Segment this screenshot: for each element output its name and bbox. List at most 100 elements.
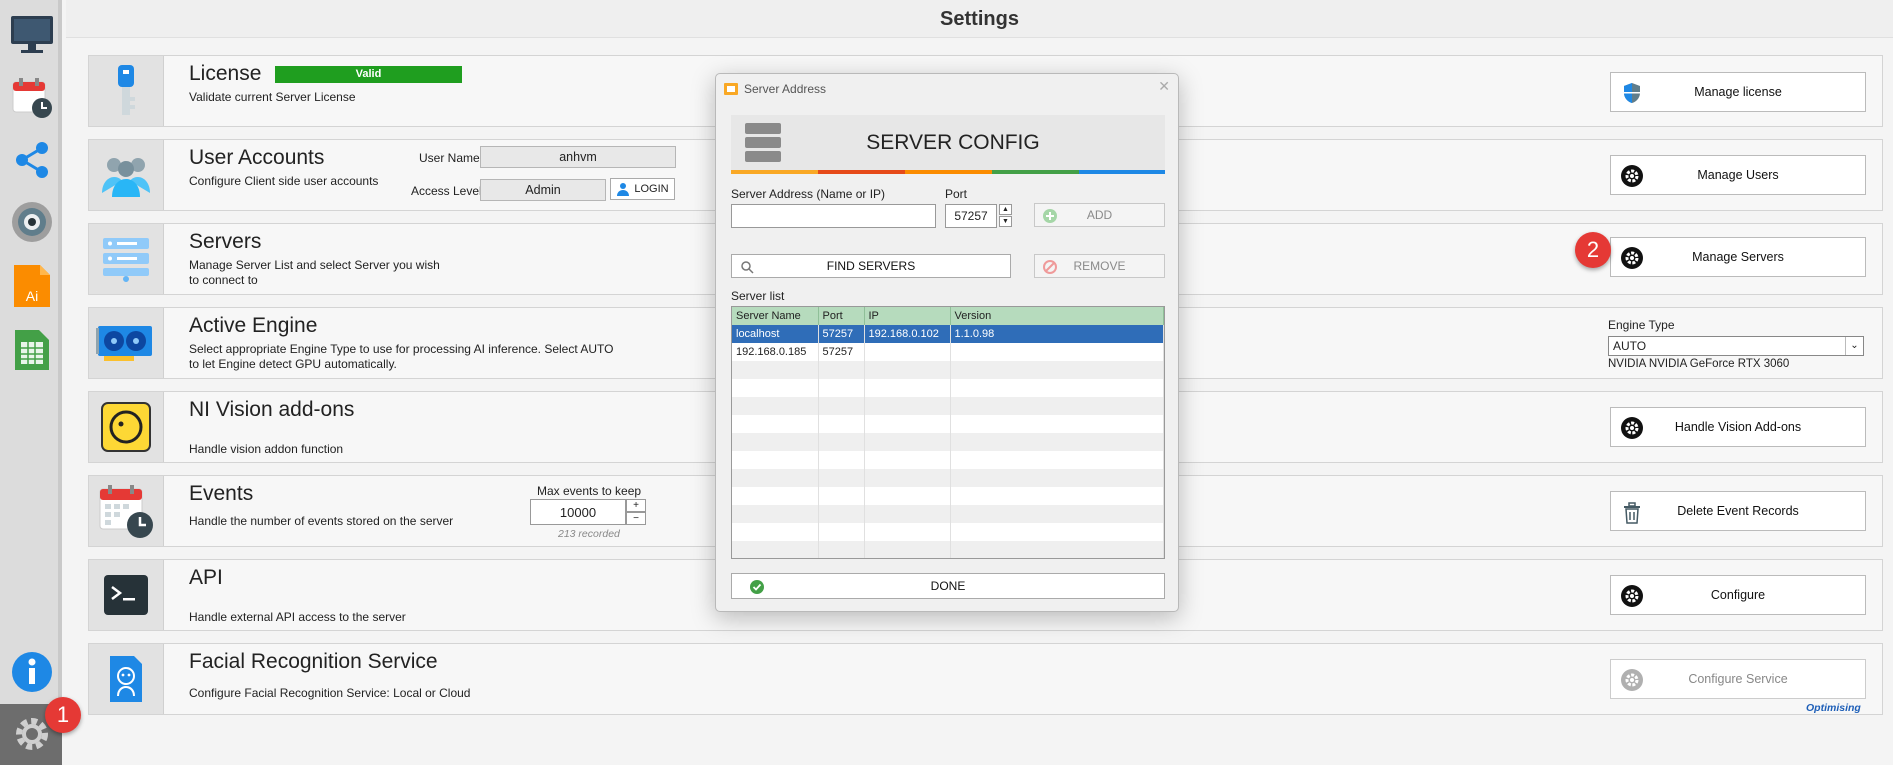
engine-type-select[interactable]: AUTO ⌄	[1608, 336, 1864, 356]
calendar-clock-icon[interactable]	[8, 74, 56, 122]
port-decrement[interactable]: ▼	[999, 216, 1012, 227]
search-icon	[741, 261, 754, 274]
api-desc: Handle external API access to the server	[189, 610, 406, 624]
manage-users-label: Manage Users	[1697, 168, 1779, 182]
vision-title: NI Vision add-ons	[189, 398, 355, 421]
column-port[interactable]: Port	[818, 307, 865, 325]
manage-license-label: Manage license	[1694, 85, 1782, 99]
table-row	[732, 523, 1164, 541]
dialog-titlebar: Server Address	[724, 80, 826, 98]
table-row	[732, 451, 1164, 469]
api-title: API	[189, 566, 223, 589]
port-input[interactable]: 57257	[945, 204, 997, 228]
handle-vision-addons-button[interactable]: Handle Vision Add-ons	[1610, 407, 1866, 447]
manage-servers-button[interactable]: Manage Servers	[1610, 237, 1866, 277]
username-label: User Name	[419, 151, 480, 165]
ip-cell	[864, 343, 951, 361]
spreadsheet-icon[interactable]	[8, 326, 56, 374]
engine-type-label: Engine Type	[1608, 318, 1675, 332]
shield-icon	[1624, 83, 1640, 103]
license-status-badge: Valid	[275, 66, 462, 83]
configure-service-label: Configure Service	[1688, 672, 1788, 686]
license-title: License	[189, 62, 262, 85]
app-icon	[724, 83, 738, 95]
gear-icon	[1621, 247, 1643, 269]
banner-stripe	[905, 170, 992, 174]
max-events-label: Max events to keep	[537, 484, 642, 498]
banner-stripe	[818, 170, 905, 174]
column-ip[interactable]: IP	[864, 307, 951, 325]
banner-stripe	[731, 170, 818, 174]
configure-service-button[interactable]: Configure Service	[1610, 659, 1866, 699]
share-icon[interactable]	[8, 136, 56, 184]
ip-cell: 192.168.0.102	[864, 325, 951, 343]
max-events-increment[interactable]: +	[626, 499, 646, 512]
banner-stripe	[992, 170, 1079, 174]
port-cell: 57257	[818, 325, 865, 343]
username-field[interactable]: anhvm	[480, 146, 676, 168]
trash-icon	[1624, 502, 1640, 524]
table-row	[732, 433, 1164, 451]
page-title: Settings	[66, 0, 1893, 38]
gpu-icon	[89, 308, 164, 378]
manage-license-button[interactable]: Manage license	[1610, 72, 1866, 112]
version-cell	[950, 343, 1164, 361]
access-level-label: Access Level	[411, 184, 482, 198]
users-icon	[89, 140, 164, 210]
done-label: DONE	[930, 579, 966, 593]
banner-stripe	[1079, 170, 1165, 174]
add-icon	[1043, 209, 1057, 223]
check-icon	[750, 580, 764, 594]
facial-title: Facial Recognition Service	[189, 650, 438, 673]
callout-1: 1	[45, 697, 81, 733]
table-row	[732, 541, 1164, 558]
find-servers-button[interactable]: FIND SERVERS	[731, 254, 1011, 278]
max-events-input[interactable]: 10000	[530, 499, 626, 525]
column-version[interactable]: Version	[950, 307, 1164, 325]
table-row[interactable]: localhost 57257 192.168.0.102 1.1.0.98	[732, 325, 1164, 343]
calendar-clock-icon	[89, 476, 164, 546]
servers-desc: Manage Server List and select Server you…	[189, 258, 440, 288]
info-icon[interactable]	[8, 648, 56, 696]
vision-desc: Handle vision addon function	[189, 442, 344, 456]
server-name-cell: localhost	[732, 325, 819, 343]
manage-users-button[interactable]: Manage Users	[1610, 155, 1866, 195]
user-icon	[617, 183, 630, 196]
dialog-title: Server Address	[744, 82, 827, 96]
engine-type-value: AUTO	[1613, 339, 1647, 353]
monitor-icon[interactable]	[8, 10, 56, 58]
vision-addon-icon	[89, 392, 164, 462]
events-desc: Handle the number of events stored on th…	[189, 514, 454, 528]
chevron-down-icon[interactable]: ⌄	[1845, 337, 1863, 355]
gear-icon	[1621, 585, 1643, 607]
remove-server-button[interactable]: REMOVE	[1034, 254, 1165, 278]
port-increment[interactable]: ▲	[999, 204, 1012, 215]
delete-event-records-button[interactable]: Delete Event Records	[1610, 491, 1866, 531]
add-server-button[interactable]: ADD	[1034, 203, 1165, 227]
gear-icon	[1621, 669, 1643, 691]
add-server-label: ADD	[1086, 208, 1113, 222]
close-icon[interactable]: ✕	[1158, 78, 1170, 95]
ai-file-icon[interactable]: Ai	[8, 262, 56, 310]
user-accounts-desc: Configure Client side user accounts	[189, 174, 379, 188]
max-events-decrement[interactable]: −	[626, 512, 646, 525]
events-title: Events	[189, 482, 254, 505]
callout-2: 2	[1575, 232, 1611, 268]
login-button[interactable]: LOGIN	[610, 178, 675, 200]
column-server-name[interactable]: Server Name	[732, 307, 819, 325]
handle-vision-addons-label: Handle Vision Add-ons	[1674, 420, 1802, 434]
done-button[interactable]: DONE	[731, 573, 1165, 599]
api-configure-button[interactable]: Configure	[1610, 575, 1866, 615]
facial-desc: Configure Facial Recognition Service: Lo…	[189, 686, 471, 700]
table-row[interactable]: 192.168.0.185 57257	[732, 343, 1164, 361]
servers-title: Servers	[189, 230, 262, 253]
login-label: LOGIN	[634, 183, 669, 195]
server-address-label: Server Address (Name or IP)	[731, 187, 886, 201]
access-level-field[interactable]: Admin	[480, 179, 606, 201]
camera-icon[interactable]	[8, 198, 56, 246]
server-list-header: Server Name Port IP Version	[732, 307, 1164, 325]
server-list-grid[interactable]: Server Name Port IP Version localhost 57…	[731, 306, 1165, 559]
server-address-input[interactable]	[731, 204, 936, 228]
find-servers-label: FIND SERVERS	[826, 259, 916, 273]
table-row	[732, 469, 1164, 487]
